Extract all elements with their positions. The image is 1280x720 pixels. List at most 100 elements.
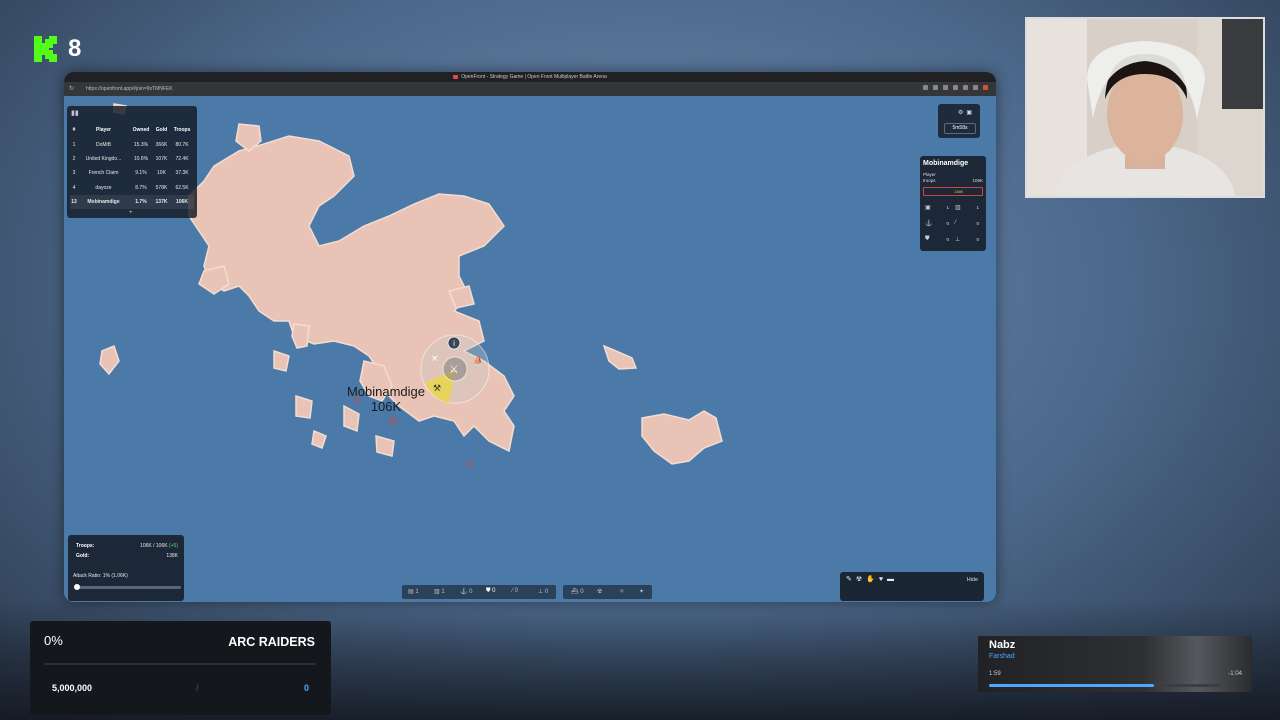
attack-ratio-handle[interactable] bbox=[74, 584, 80, 590]
owned: 1.7% bbox=[129, 194, 153, 210]
leaderboard-row-self[interactable]: 13 Mobinamdige 1.7% 137K 106K bbox=[70, 194, 194, 210]
url-field[interactable]: https://openfront.app/#join=9xTMNFEK bbox=[86, 85, 766, 93]
browser-titlebar: OpenFront - Strategy Game | Open Front M… bbox=[64, 72, 996, 82]
chat-icon[interactable]: ▬ bbox=[887, 576, 898, 583]
hydrogen-bomb-icon[interactable]: ⚛ bbox=[619, 588, 624, 595]
extension-icon[interactable] bbox=[933, 85, 938, 90]
build-bar-secondary: ⛴ 0 ☢ ⚛ ✦ bbox=[563, 585, 652, 599]
rank: 2 bbox=[72, 155, 76, 162]
col-gold[interactable]: Gold bbox=[153, 123, 170, 137]
goal-percent: 0% bbox=[44, 633, 63, 648]
extension-icon[interactable] bbox=[943, 85, 948, 90]
rank: 13 bbox=[70, 194, 78, 210]
sam-icon: ⊥ bbox=[955, 237, 961, 243]
address-bar: ↻ https://openfront.app/#join=9xTMNFEK bbox=[64, 82, 996, 96]
owned: 10.6% bbox=[133, 155, 149, 162]
col-owned[interactable]: Owned bbox=[129, 123, 153, 137]
troops: 72.4K bbox=[175, 155, 189, 162]
goal-name: ARC RAIDERS bbox=[228, 635, 315, 649]
webcam-image bbox=[1027, 19, 1263, 196]
extension-icon[interactable] bbox=[983, 85, 988, 90]
anchor-icon: ⚓ bbox=[925, 221, 933, 227]
leaderboard-row[interactable]: 3 French Claim 9.1% 10K 37.3K bbox=[70, 166, 194, 180]
stat-port: ⚓ 0 bbox=[925, 221, 949, 227]
rank: 1 bbox=[72, 141, 76, 148]
leaderboard-row[interactable]: 1 DoMiB 15.3% 366K 80.7K bbox=[70, 137, 194, 151]
leaderboard-row[interactable]: 2 United Kingdo... 10.6% 107K 72.4K bbox=[70, 152, 194, 166]
mirv-icon[interactable]: ✦ bbox=[639, 588, 644, 595]
leaderboard-table: # Player Owned Gold Troops 1 DoMiB 15.3%… bbox=[70, 123, 194, 210]
troops-label: troops bbox=[923, 178, 936, 183]
build-bar: ▤ 1 ▥ 1 ⚓ 0 ⛊ 0 ⁄ 0 ⊥ 0 bbox=[402, 585, 556, 599]
owned: 9.1% bbox=[135, 170, 147, 177]
stat-defense: ⛊ 0 bbox=[925, 236, 949, 242]
song-progress-fill bbox=[989, 684, 1154, 687]
attack-ratio-slider[interactable] bbox=[75, 586, 181, 589]
player-name: Mobinamdige bbox=[77, 194, 130, 210]
webcam-feed bbox=[1025, 17, 1265, 198]
game-controls-panel: ⚙▣ 5m58s bbox=[938, 104, 980, 138]
build-factory-button[interactable]: ▥ 1 bbox=[434, 588, 445, 595]
player-info-type: Player bbox=[923, 172, 936, 177]
settings-icon[interactable]: ⚙▣ bbox=[958, 109, 975, 116]
player-name: French Claim bbox=[88, 170, 119, 177]
player-info-troops: troops 106K bbox=[923, 178, 983, 183]
expand-leaderboard-button[interactable]: + bbox=[129, 210, 133, 216]
gold: 137K bbox=[152, 194, 171, 210]
song-artist: Nabz bbox=[989, 639, 1016, 651]
troops: 62.5K bbox=[175, 184, 189, 191]
hammer-icon[interactable]: ⚒ bbox=[433, 384, 441, 394]
col-troops[interactable]: Troops bbox=[170, 123, 194, 137]
boat-icon[interactable]: ⛵ bbox=[473, 355, 483, 365]
extension-icon[interactable] bbox=[923, 85, 928, 90]
goal-panel: 0% ARC RAIDERS 5,000,000 / 0 bbox=[30, 621, 331, 715]
goal-separator: / bbox=[196, 683, 199, 693]
extension-icon[interactable] bbox=[973, 85, 978, 90]
build-sam-button[interactable]: ⊥ 0 bbox=[538, 588, 548, 595]
radial-menu[interactable]: i × ⚔ ⛵ ⚒ bbox=[419, 333, 491, 405]
hide-button[interactable]: Hide bbox=[967, 577, 978, 583]
gold-value: 138K bbox=[166, 553, 178, 559]
leaderboard-panel: ▮▮ # Player Owned Gold Troops 1 DoMiB 15… bbox=[67, 106, 197, 218]
city-icon: ▣ bbox=[925, 205, 931, 211]
stat-sam: ⊥ 0 bbox=[955, 237, 979, 243]
extension-icon[interactable] bbox=[953, 85, 958, 90]
attack-icon[interactable]: ⚔ bbox=[449, 363, 459, 376]
troops: 80.7K bbox=[175, 141, 189, 148]
extension-icon[interactable] bbox=[963, 85, 968, 90]
troops: 37.3K bbox=[175, 170, 189, 177]
game-timer: 5m58s bbox=[944, 123, 976, 134]
recording-icon bbox=[453, 74, 459, 79]
build-defense-button[interactable]: ⛊ 0 bbox=[486, 588, 496, 595]
reload-icon[interactable]: ↻ bbox=[69, 85, 74, 93]
troops: 106K bbox=[170, 194, 194, 210]
game-map[interactable]: Mobinamdige 106K bbox=[64, 96, 996, 602]
troops-value: 106K / 106K (+5) bbox=[140, 543, 178, 549]
defense-icon: ⛊ bbox=[925, 236, 930, 242]
build-port-button[interactable]: ⚓ 0 bbox=[460, 588, 472, 595]
col-rank[interactable]: # bbox=[70, 123, 78, 137]
troops-panel: Troops: 106K / 106K (+5) Gold: 138K Atta… bbox=[68, 535, 184, 601]
nuke-icon[interactable]: ☢ bbox=[856, 576, 866, 583]
handshake-icon[interactable]: ✋ bbox=[866, 576, 879, 583]
gold: 10K bbox=[157, 170, 166, 177]
leaderboard-row[interactable]: 4 dayoze 8.7% 578K 62.5K bbox=[70, 181, 194, 195]
troops-row: Troops: 106K / 106K (+5) bbox=[76, 543, 178, 549]
gold: 578K bbox=[155, 184, 168, 191]
pencil-icon[interactable]: ✎ bbox=[846, 576, 856, 583]
goal-target: 5,000,000 bbox=[52, 683, 93, 693]
rank: 4 bbox=[72, 184, 76, 191]
build-city-button[interactable]: ▤ 1 bbox=[408, 588, 419, 595]
build-warship-button[interactable]: ⛴ 0 bbox=[571, 588, 584, 595]
elapsed-time: 1:59 bbox=[989, 671, 1001, 677]
goal-current: 0 bbox=[303, 683, 309, 693]
heart-icon[interactable]: ♥ bbox=[879, 576, 887, 583]
tab-title[interactable]: OpenFront - Strategy Game | Open Front M… bbox=[461, 74, 607, 80]
leaderboard-icon[interactable]: ▮▮ bbox=[71, 109, 79, 117]
close-icon[interactable]: × bbox=[431, 354, 439, 364]
build-missile-button[interactable]: ⁄ 0 bbox=[512, 588, 518, 594]
col-player[interactable]: Player bbox=[78, 123, 129, 137]
atom-bomb-icon[interactable]: ☢ bbox=[597, 588, 602, 595]
gold: 107K bbox=[155, 155, 168, 162]
missile-icon: ⁄ bbox=[955, 220, 957, 226]
